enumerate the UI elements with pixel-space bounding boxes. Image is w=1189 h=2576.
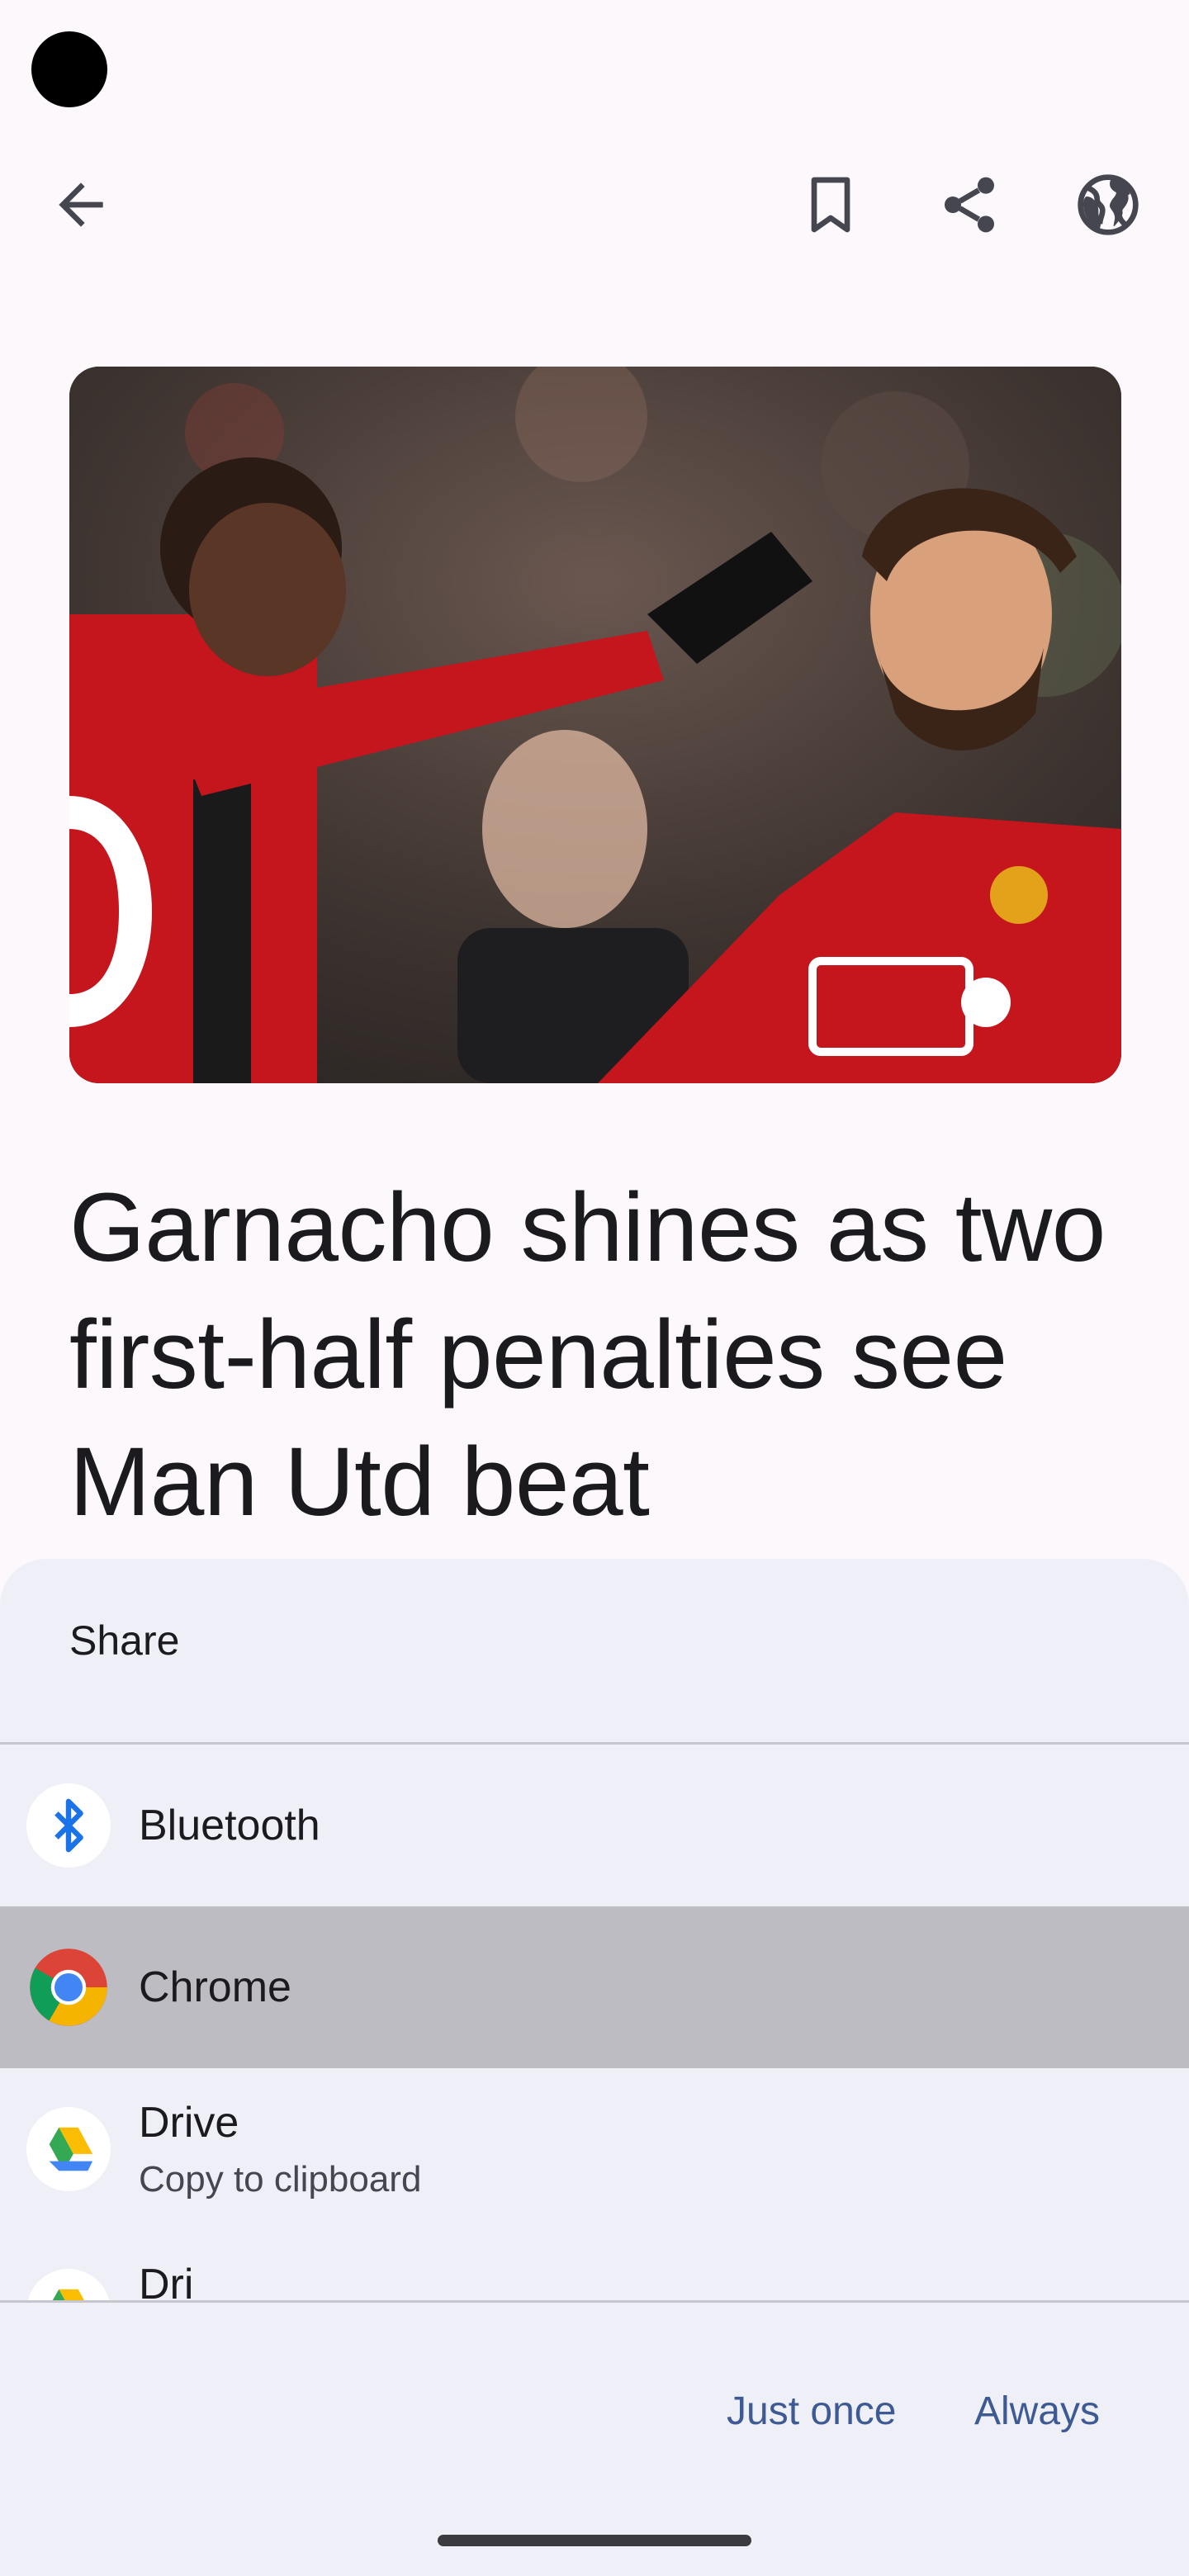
share-target-label: Chrome xyxy=(139,1963,291,2011)
share-target-drive-copy[interactable]: Drive Copy to clipboard xyxy=(0,2068,1189,2230)
bookmark-icon xyxy=(811,177,850,233)
share-button[interactable] xyxy=(920,155,1019,254)
share-sheet-title: Share xyxy=(69,1617,180,1664)
football-players-photo xyxy=(69,367,1121,1083)
camera-cutout xyxy=(31,31,107,107)
globe-icon xyxy=(1078,174,1139,235)
bluetooth-icon xyxy=(26,1783,111,1868)
share-icon xyxy=(945,177,994,233)
share-target-list[interactable]: Bluetooth Chrome Drive Copy to clipboard… xyxy=(0,1745,1189,2300)
share-target-sublabel: Copy to clipboard xyxy=(139,2159,422,2200)
top-app-bar xyxy=(0,140,1189,272)
gesture-nav-handle[interactable] xyxy=(438,2535,751,2546)
share-target-chrome[interactable]: Chrome xyxy=(0,1906,1189,2068)
open-in-browser-button[interactable] xyxy=(1059,155,1158,254)
screen: Garnacho shines as two first-half penalt… xyxy=(0,0,1189,2576)
back-button[interactable] xyxy=(31,155,130,254)
share-target-drive[interactable]: Dri xyxy=(0,2230,1189,2300)
share-target-label: Dri xyxy=(139,2261,194,2300)
status-bar xyxy=(0,0,1189,124)
bookmark-button[interactable] xyxy=(781,155,880,254)
drive-icon xyxy=(26,2269,111,2300)
share-target-bluetooth[interactable]: Bluetooth xyxy=(0,1745,1189,1906)
arrow-left-icon xyxy=(59,182,103,227)
article-hero-image xyxy=(69,367,1121,1083)
article-headline: Garnacho shines as two first-half penalt… xyxy=(69,1173,1106,1537)
share-target-label: Drive xyxy=(139,2099,239,2147)
drive-icon xyxy=(26,2107,111,2191)
divider xyxy=(0,2300,1189,2303)
just-once-button[interactable]: Just once xyxy=(727,2361,896,2460)
share-target-label: Bluetooth xyxy=(139,1802,320,1849)
always-button[interactable]: Always xyxy=(974,2361,1100,2460)
chrome-icon xyxy=(26,1945,111,2029)
